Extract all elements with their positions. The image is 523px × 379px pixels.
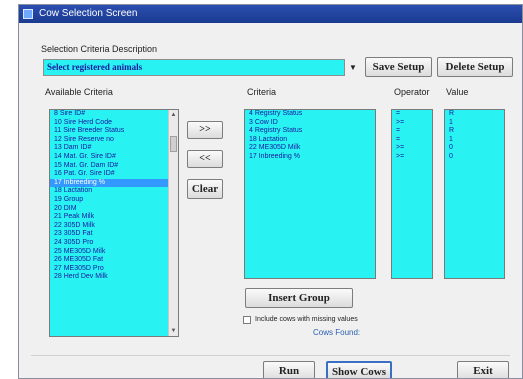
operator-item[interactable]: >= [392, 119, 432, 128]
run-button[interactable]: Run [263, 361, 315, 378]
available-criteria-item[interactable]: 25 ME305D Milk [50, 248, 178, 257]
scroll-down-icon[interactable]: ▼ [169, 326, 178, 336]
available-criteria-list[interactable]: 8 Sire ID# 10 Sire Herd Code 11 Sire Breed… [49, 109, 179, 337]
operator-item[interactable]: >= [392, 153, 432, 162]
cows-found-label: Cows Found: [313, 328, 361, 337]
value-item[interactable]: 1 [445, 136, 504, 145]
operator-item[interactable]: = [392, 127, 432, 136]
available-criteria-item[interactable]: 13 Dam ID# [50, 144, 178, 153]
available-criteria-item[interactable]: 11 Sire Breeder Status [50, 127, 178, 136]
selection-description-value: Select registered animals [47, 62, 143, 72]
value-label: Value [446, 87, 469, 97]
include-missing-label: Include cows with missing values [255, 316, 358, 323]
save-setup-button[interactable]: Save Setup [365, 57, 432, 77]
title-bar: Cow Selection Screen [19, 5, 522, 23]
available-criteria-item[interactable]: 28 Herd Dev Milk [50, 273, 178, 282]
criteria-item[interactable]: 4 Registry Status [245, 127, 375, 136]
available-criteria-item[interactable]: 12 Sire Reserve no [50, 136, 178, 145]
cow-selection-window: Cow Selection Screen Selection Criteria … [18, 4, 523, 379]
available-criteria-item[interactable]: 23 305D Fat [50, 230, 178, 239]
available-criteria-item[interactable]: 18 Lactation [50, 187, 178, 196]
available-criteria-item[interactable]: 17 Inbreeding % [50, 178, 178, 188]
footer-divider [31, 355, 510, 356]
operator-item[interactable]: = [392, 136, 432, 145]
scroll-up-icon[interactable]: ▲ [169, 110, 178, 120]
value-item[interactable]: R [445, 110, 504, 119]
clear-criteria-button[interactable]: Clear [187, 179, 223, 199]
add-criteria-button[interactable]: >> [187, 121, 223, 139]
criteria-list[interactable]: 4 Registry Status 3 Cow ID 4 Registry Stat… [244, 109, 376, 279]
available-criteria-item[interactable]: 21 Peak Milk [50, 213, 178, 222]
combo-dropdown-arrow-icon[interactable]: ▼ [346, 59, 360, 76]
value-list[interactable]: R1R100 [444, 109, 505, 279]
value-item[interactable]: 1 [445, 119, 504, 128]
available-criteria-item[interactable]: 27 ME305D Pro [50, 265, 178, 274]
exit-button[interactable]: Exit [457, 361, 509, 378]
available-criteria-label: Available Criteria [45, 87, 113, 97]
show-cows-button[interactable]: Show Cows [326, 361, 392, 378]
available-criteria-item[interactable]: 26 ME305D Fat [50, 256, 178, 265]
value-item[interactable]: 0 [445, 153, 504, 162]
app-icon [23, 9, 33, 19]
operator-item[interactable]: = [392, 110, 432, 119]
operator-label: Operator [394, 87, 430, 97]
criteria-item[interactable]: 17 Inbreeding % [245, 153, 375, 162]
available-criteria-item[interactable]: 22 305D Milk [50, 222, 178, 231]
value-item[interactable]: R [445, 127, 504, 136]
criteria-item[interactable]: 3 Cow ID [245, 119, 375, 128]
criteria-label: Criteria [247, 87, 277, 97]
available-criteria-item[interactable]: 10 Sire Herd Code [50, 119, 178, 128]
window-title: Cow Selection Screen [39, 8, 138, 19]
available-criteria-item[interactable]: 19 Group [50, 196, 178, 205]
available-criteria-item[interactable]: 15 Mat. Gr. Dam ID# [50, 162, 178, 171]
available-criteria-item[interactable]: 14 Mat. Gr. Sire ID# [50, 153, 178, 162]
criteria-item[interactable]: 22 ME305D Milk [245, 144, 375, 153]
scroll-thumb[interactable] [170, 136, 177, 152]
delete-setup-button[interactable]: Delete Setup [437, 57, 513, 77]
available-criteria-item[interactable]: 8 Sire ID# [50, 110, 178, 119]
selection-description-combo[interactable]: Select registered animals [43, 59, 345, 76]
value-item[interactable]: 0 [445, 144, 504, 153]
remove-criteria-button[interactable]: << [187, 150, 223, 168]
available-criteria-item[interactable]: 16 Pat. Gr. Sire ID# [50, 170, 178, 179]
operator-list[interactable]: = >= = = >= >= [391, 109, 433, 279]
available-criteria-item[interactable]: 20 DIM [50, 205, 178, 214]
criteria-item[interactable]: 18 Lactation [245, 136, 375, 145]
selection-description-label: Selection Criteria Description [41, 44, 158, 54]
available-scrollbar[interactable]: ▲ ▼ [168, 110, 178, 336]
operator-item[interactable]: >= [392, 144, 432, 153]
criteria-item[interactable]: 4 Registry Status [245, 110, 375, 119]
insert-group-button[interactable]: Insert Group [245, 288, 353, 308]
available-criteria-item[interactable]: 24 305D Pro [50, 239, 178, 248]
include-missing-checkbox[interactable] [243, 316, 251, 324]
